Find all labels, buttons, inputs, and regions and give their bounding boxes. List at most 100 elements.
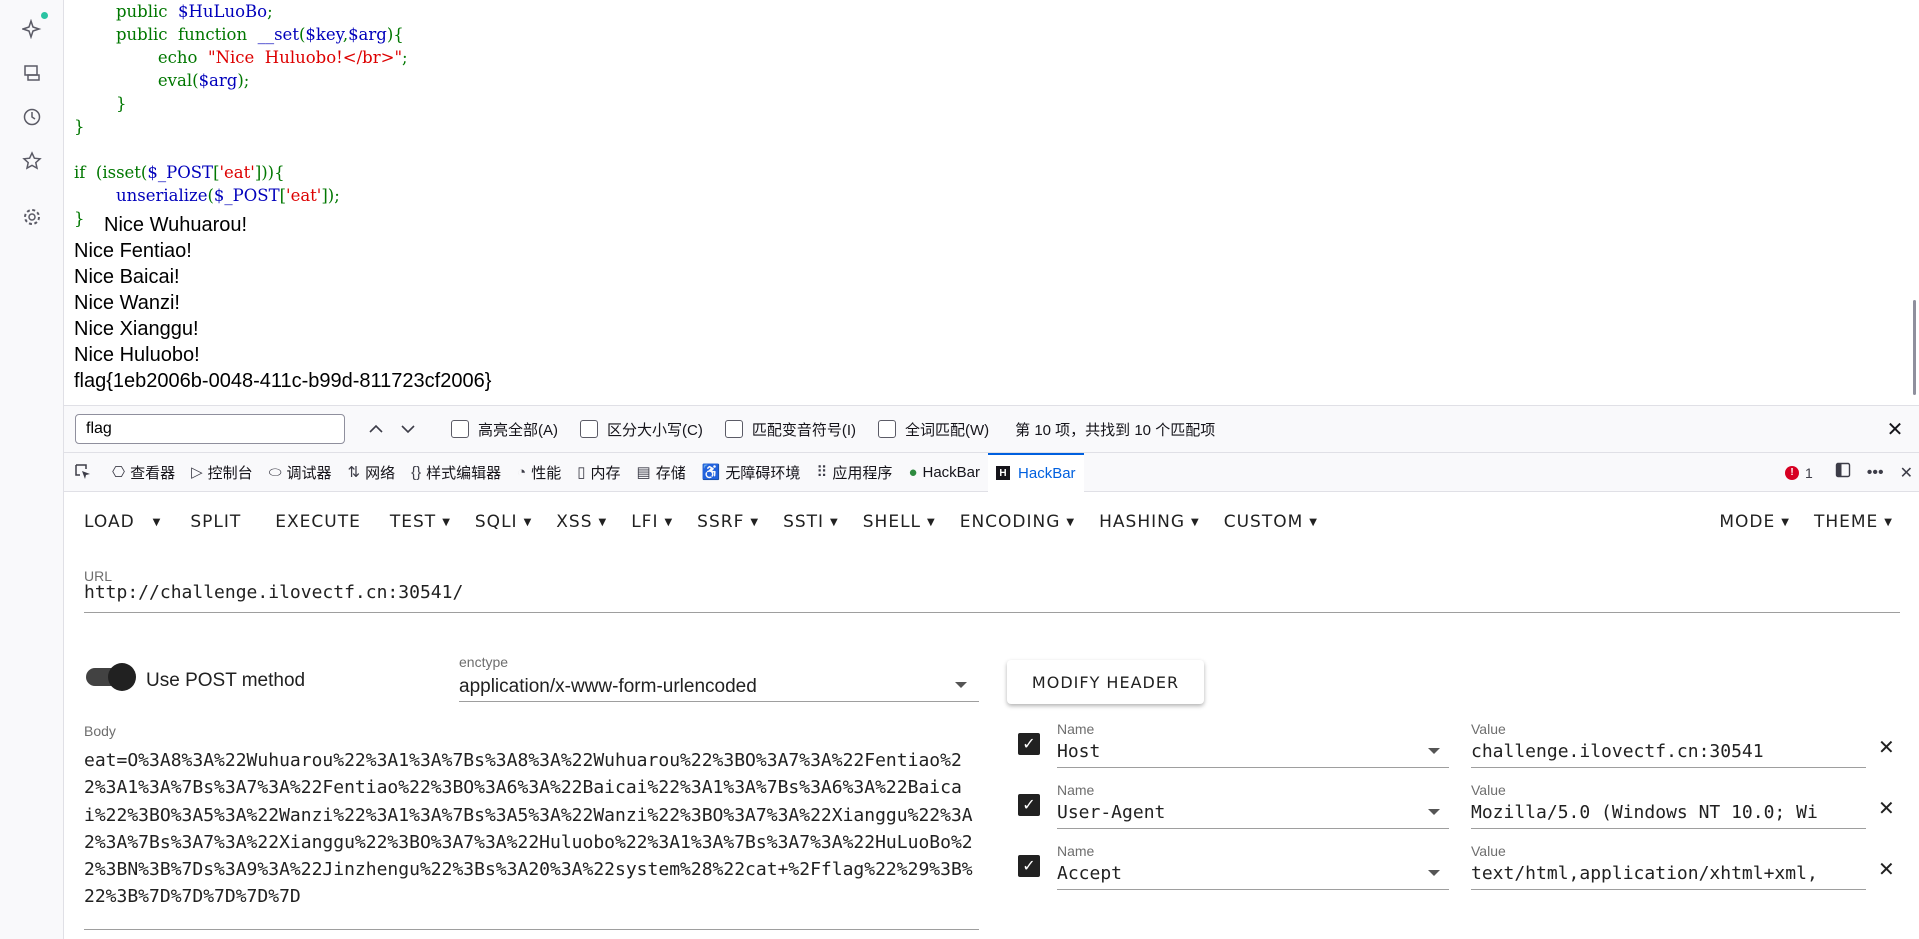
execute-menu-button[interactable]: EXECUTE xyxy=(258,512,378,532)
code-line: unserialize($_POST['eat']); xyxy=(74,184,408,207)
devtools-tab-memory[interactable]: ▯ 内存 xyxy=(569,453,628,492)
devtools-tab-label: 存储 xyxy=(655,464,686,482)
more-options-icon[interactable]: ••• xyxy=(1867,464,1884,482)
load-menu-button[interactable]: LOAD xyxy=(72,512,147,532)
sqli-menu-button[interactable]: SQLI ▼ xyxy=(463,512,544,532)
header-name-dropdown-icon[interactable] xyxy=(1428,748,1440,754)
header-enabled-checkbox[interactable]: ✓ xyxy=(1018,794,1040,816)
header-value-input[interactable]: text/html,application/xhtml+xml, xyxy=(1471,863,1866,884)
header-name-input[interactable]: Accept xyxy=(1057,863,1122,884)
find-option-checkbox[interactable] xyxy=(724,420,743,438)
code-line: eval($arg); xyxy=(74,69,408,92)
body-label: Body xyxy=(84,723,116,739)
caret-down-icon: ▼ xyxy=(927,516,936,528)
hackbar-1-icon: ● xyxy=(908,463,918,481)
caret-down-icon: ▼ xyxy=(830,516,839,528)
body-textarea[interactable]: eat=O%3A8%3A%22Wuhuarou%22%3A1%3A%7Bs%3A… xyxy=(84,747,974,911)
header-value-input[interactable]: Mozilla/5.0 (Windows NT 10.0; Wi xyxy=(1471,802,1866,823)
find-option-checkbox[interactable] xyxy=(580,420,598,438)
find-option-label: 区分大小写(C) xyxy=(607,421,703,439)
header-delete-icon[interactable]: ✕ xyxy=(1878,796,1895,821)
find-input[interactable] xyxy=(75,414,345,444)
code-token: ; xyxy=(402,48,408,67)
header-value-input[interactable]: challenge.ilovectf.cn:30541 xyxy=(1471,741,1866,762)
code-token: public xyxy=(115,25,168,44)
output-line: Nice Baicai! xyxy=(74,266,180,288)
devtools-tab-accessibility[interactable]: ♿ 无障碍环境 xyxy=(694,453,809,492)
settings-gear-icon[interactable] xyxy=(20,205,44,229)
devtools-tab-label: 网络 xyxy=(365,464,396,482)
devtools-tab-style-editor[interactable]: {} 样式编辑器 xyxy=(403,453,509,492)
find-next-icon[interactable] xyxy=(395,416,421,442)
enctype-dropdown-icon[interactable] xyxy=(955,682,967,688)
enctype-label: enctype xyxy=(459,654,509,670)
header-name-input[interactable]: User-Agent xyxy=(1057,802,1165,823)
shell-menu-button[interactable]: SHELL ▼ xyxy=(851,512,948,532)
custom-menu-button[interactable]: CUSTOM ▼ xyxy=(1212,512,1330,532)
toggle-knob xyxy=(108,663,136,691)
header-enabled-checkbox[interactable]: ✓ xyxy=(1018,855,1040,877)
devtools-tab-hackbar-2[interactable]: H HackBar xyxy=(988,452,1084,492)
split-menu-button[interactable]: SPLIT xyxy=(173,512,258,532)
modify-header-button[interactable]: MODIFY HEADER xyxy=(1007,660,1204,704)
find-option-checkbox[interactable] xyxy=(878,420,896,438)
xss-menu-button[interactable]: XSS ▼ xyxy=(544,512,619,532)
header-delete-icon[interactable]: ✕ xyxy=(1878,735,1895,760)
lfi-menu-button[interactable]: LFI ▼ xyxy=(619,512,685,532)
history-icon[interactable] xyxy=(20,105,44,129)
devtools-tab-application[interactable]: ⠿ 应用程序 xyxy=(808,453,900,492)
load-options-dropdown[interactable]: ▼ xyxy=(147,517,174,528)
header-name-label: Name xyxy=(1057,721,1095,737)
devtools-tab-inspector[interactable]: ⎔ 查看器 xyxy=(104,453,183,492)
devtools-tab-hackbar-1[interactable]: ● HackBar xyxy=(900,453,988,492)
find-option-label: 高亮全部(A) xyxy=(478,421,558,439)
devtools-tab-storage[interactable]: ▤ 存储 xyxy=(629,453,694,492)
header-delete-icon[interactable]: ✕ xyxy=(1878,857,1895,882)
header-value-label: Value xyxy=(1471,721,1506,737)
header-row: ✓ Name Accept Value text/html,application/xh… xyxy=(1014,843,1904,903)
devtools-tab-network[interactable]: ⇅ 网络 xyxy=(340,453,404,492)
devtools-tab-label: 应用程序 xyxy=(832,464,893,482)
ssti-menu-button[interactable]: SSTI ▼ xyxy=(771,512,851,532)
devtools-close-icon[interactable]: ✕ xyxy=(1900,463,1913,483)
page-scrollbar[interactable] xyxy=(1913,300,1916,395)
encoding-menu-button[interactable]: ENCODING ▼ xyxy=(948,512,1087,532)
header-name-input[interactable]: Host xyxy=(1057,741,1100,762)
caret-down-icon: ▼ xyxy=(750,516,760,528)
error-count[interactable]: ! 1 xyxy=(1784,465,1813,481)
url-input[interactable]: http://challenge.ilovectf.cn:30541/ xyxy=(84,582,463,603)
menu-label: SQLI xyxy=(474,512,518,532)
theme-menu-button[interactable]: THEME ▼ xyxy=(1802,512,1905,532)
code-token: $arg xyxy=(348,25,387,44)
code-token: } xyxy=(115,94,127,113)
find-previous-icon[interactable] xyxy=(363,416,389,442)
test-menu-button[interactable]: TEST ▼ xyxy=(378,512,463,532)
hashing-menu-button[interactable]: HASHING ▼ xyxy=(1087,512,1212,532)
devtools-tab-label: 无障碍环境 xyxy=(725,464,801,482)
header-name-dropdown-icon[interactable] xyxy=(1428,870,1440,876)
find-options: 高亮全部(A) 区分大小写(C) 匹配变音符号(I) 全词匹配(W) xyxy=(429,419,989,440)
bookmarks-star-icon[interactable] xyxy=(20,149,44,173)
find-option-checkbox[interactable] xyxy=(451,420,469,438)
devtools-tab-performance[interactable]: ◔ 性能 xyxy=(509,453,569,492)
synced-tabs-icon[interactable] xyxy=(20,61,44,85)
dock-toggle-icon[interactable] xyxy=(1835,462,1851,483)
find-close-icon[interactable]: ✕ xyxy=(1883,417,1907,441)
enctype-select[interactable]: application/x-www-form-urlencoded xyxy=(459,676,757,698)
find-option[interactable]: 匹配变音符号(I) xyxy=(724,419,856,440)
post-method-toggle[interactable] xyxy=(86,663,136,691)
ai-sparkle-icon[interactable] xyxy=(20,17,44,41)
devtools-tab-console[interactable]: ▷ 控制台 xyxy=(183,453,261,492)
find-option[interactable]: 区分大小写(C) xyxy=(580,419,703,440)
mode-menu-button[interactable]: MODE ▼ xyxy=(1707,512,1802,532)
element-picker-icon[interactable] xyxy=(64,453,104,492)
code-line: public function __set($key,$arg){ xyxy=(74,23,408,46)
hackbar-toolbar: LOAD ▼ SPLIT EXECUTE TEST ▼ SQLI ▼ XSS ▼ LFI ▼ SSRF ▼… xyxy=(64,492,1919,552)
header-enabled-checkbox[interactable]: ✓ xyxy=(1018,733,1040,755)
header-row: ✓ Name User-Agent Value Mozilla/5.0 (Windows… xyxy=(1014,782,1904,842)
ssrf-menu-button[interactable]: SSRF ▼ xyxy=(685,512,771,532)
header-name-dropdown-icon[interactable] xyxy=(1428,809,1440,815)
find-option[interactable]: 高亮全部(A) xyxy=(451,419,558,440)
devtools-tab-debugger[interactable]: ⬭ 调试器 xyxy=(261,453,340,492)
find-option[interactable]: 全词匹配(W) xyxy=(878,419,989,440)
